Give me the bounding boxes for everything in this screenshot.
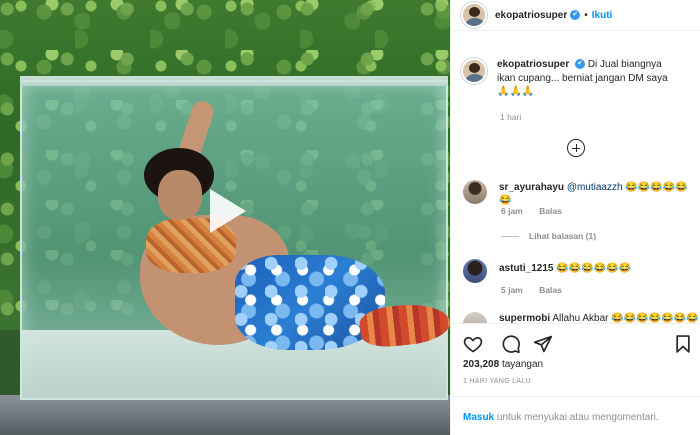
divider [451, 396, 700, 397]
view-count-label: tayangan [501, 359, 544, 370]
login-prompt: Masuk untuk menyukai atau mengomentari. [463, 412, 659, 423]
comment-icon[interactable] [501, 334, 521, 354]
verified-icon: ✔ [570, 10, 581, 20]
comment-time: 5 jam [501, 285, 523, 295]
comment-username[interactable]: supermobi [499, 313, 550, 323]
login-link[interactable]: Masuk [463, 412, 494, 423]
comment-time: 6 jam [501, 206, 523, 216]
comment-text: Allahu Akbar 😂😂😂😂😂😂😂 [552, 313, 699, 323]
comment-avatar[interactable] [463, 180, 487, 204]
caption-timestamp: 1 hari [500, 112, 522, 122]
view-count-number: 203,208 [463, 359, 500, 370]
play-icon[interactable] [200, 185, 252, 237]
header-username[interactable]: ekopatriosuper [495, 10, 567, 21]
ground [0, 395, 450, 435]
caption-emoji: 🙏🙏🙏 [497, 86, 535, 97]
post-sidebar: ekopatriosuper ✔ • Ikuti ekopatriosuper … [450, 0, 700, 435]
glass-tank-rim [20, 76, 448, 86]
mermaid-performer [140, 98, 450, 370]
comment-item: supermobi Allahu Akbar 😂😂😂😂😂😂😂 [463, 312, 698, 323]
post-header: ekopatriosuper ✔ • Ikuti [451, 0, 700, 31]
avatar[interactable] [461, 2, 487, 28]
comment-username[interactable]: astuti_1215 [499, 263, 553, 274]
post-video[interactable] [0, 0, 450, 435]
comment-mention[interactable]: @mutiaazzh [567, 182, 623, 193]
header-separator: • [584, 9, 588, 21]
comment-item: sr_ayurahayu @mutiaazzh 😂😂😂😂😂😂 [463, 180, 700, 207]
follow-button[interactable]: Ikuti [592, 10, 613, 21]
view-count[interactable]: 203,208 tayangan [463, 359, 543, 370]
heart-icon[interactable] [463, 334, 483, 354]
verified-icon: ✔ [575, 59, 586, 70]
action-bar [461, 334, 693, 356]
view-replies-button[interactable]: Lihat balasan (1) [501, 231, 596, 241]
login-prompt-text: untuk menyukai atau mengomentari. [496, 412, 659, 423]
divider [451, 323, 700, 324]
caption-avatar[interactable] [461, 58, 487, 84]
comment-meta: 5 jam Balas [501, 285, 576, 295]
share-icon[interactable] [533, 334, 553, 354]
comment-item: astuti_1215 😂😂😂😂😂😂 [463, 259, 631, 283]
caption-username[interactable]: ekopatriosuper [497, 59, 569, 70]
comment-avatar[interactable] [463, 259, 487, 283]
reply-button[interactable]: Balas [539, 285, 562, 295]
comment-username[interactable]: sr_ayurahayu [499, 182, 564, 193]
post-caption: ekopatriosuper ✔ Di Jual biangnya ikan c… [461, 58, 691, 99]
comment-text: 😂😂😂😂😂😂 [556, 263, 631, 274]
post-date: 1 HARI YANG LALU [463, 378, 531, 385]
add-comment-icon[interactable] [567, 139, 585, 157]
bookmark-icon[interactable] [673, 334, 693, 354]
reply-button[interactable]: Balas [539, 206, 562, 216]
comment-avatar[interactable] [463, 312, 487, 323]
comment-meta: 6 jam Balas [501, 206, 576, 216]
